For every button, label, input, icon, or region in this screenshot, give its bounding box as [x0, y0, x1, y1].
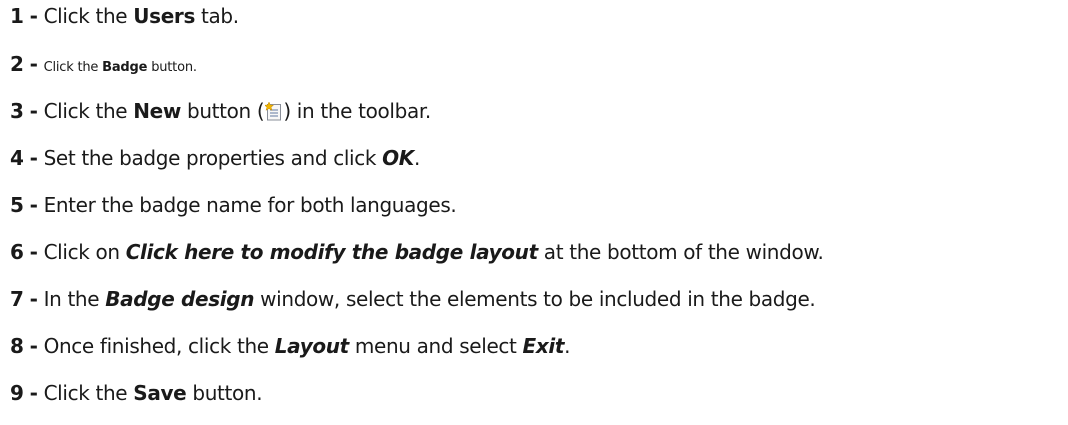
users-tab-label: Users	[133, 4, 195, 28]
step-number: 7	[10, 287, 24, 311]
step-5: 5 - Enter the badge name for both langua…	[10, 193, 457, 217]
step-2: 2 - Click the Badge button.	[10, 52, 197, 80]
new-document-icon	[265, 102, 282, 121]
step-text: Set the badge properties and click OK.	[43, 146, 421, 170]
step-separator: -	[29, 334, 38, 358]
step-text: Click on Click here to modify the badge …	[43, 240, 824, 264]
step-separator: -	[29, 146, 38, 170]
step-separator: -	[29, 287, 38, 311]
step-number: 2	[10, 52, 24, 76]
step-separator: -	[29, 193, 38, 217]
instruction-steps: 1 - Click the Users tab. 2 - Click the B…	[0, 0, 1068, 425]
step-number: 1	[10, 4, 24, 28]
step-text: Click the Save button.	[43, 381, 263, 405]
step-number: 4	[10, 146, 24, 170]
step-text: In the Badge design window, select the e…	[43, 287, 816, 311]
step-number: 8	[10, 334, 24, 358]
badge-design-window-label: Badge design	[105, 287, 255, 311]
step-3: 3 - Click the New button ( ) in the tool…	[10, 99, 431, 123]
step-text: Once finished, click the Layout menu and…	[43, 334, 571, 358]
step-number: 5	[10, 193, 24, 217]
step-number: 6	[10, 240, 24, 264]
step-6: 6 - Click on Click here to modify the ba…	[10, 240, 824, 264]
badge-button-label: Badge	[102, 60, 148, 75]
step-9: 9 - Click the Save button.	[10, 381, 263, 405]
ok-button-label: OK	[382, 146, 414, 170]
step-4: 4 - Set the badge properties and click O…	[10, 146, 420, 170]
step-number: 3	[10, 99, 24, 123]
step-1: 1 - Click the Users tab.	[10, 4, 239, 28]
new-button-label: New	[133, 99, 181, 123]
step-number: 9	[10, 381, 24, 405]
exit-menu-item-label: Exit	[522, 334, 565, 358]
layout-menu-label: Layout	[274, 334, 349, 358]
modify-layout-link-label: Click here to modify the badge layout	[125, 240, 538, 264]
step-separator: -	[29, 52, 38, 76]
step-text: Enter the badge name for both languages.	[43, 193, 457, 217]
step-text: Click the Users tab.	[43, 4, 240, 28]
save-button-label: Save	[133, 381, 187, 405]
step-text: Click the Badge button.	[43, 60, 197, 75]
step-8: 8 - Once finished, click the Layout menu…	[10, 334, 571, 358]
step-7: 7 - In the Badge design window, select t…	[10, 287, 816, 311]
step-separator: -	[29, 381, 38, 405]
step-separator: -	[29, 99, 38, 123]
step-separator: -	[29, 240, 38, 264]
step-text: Click the New button ( ) in the toolbar.	[43, 99, 432, 123]
step-separator: -	[29, 4, 38, 28]
